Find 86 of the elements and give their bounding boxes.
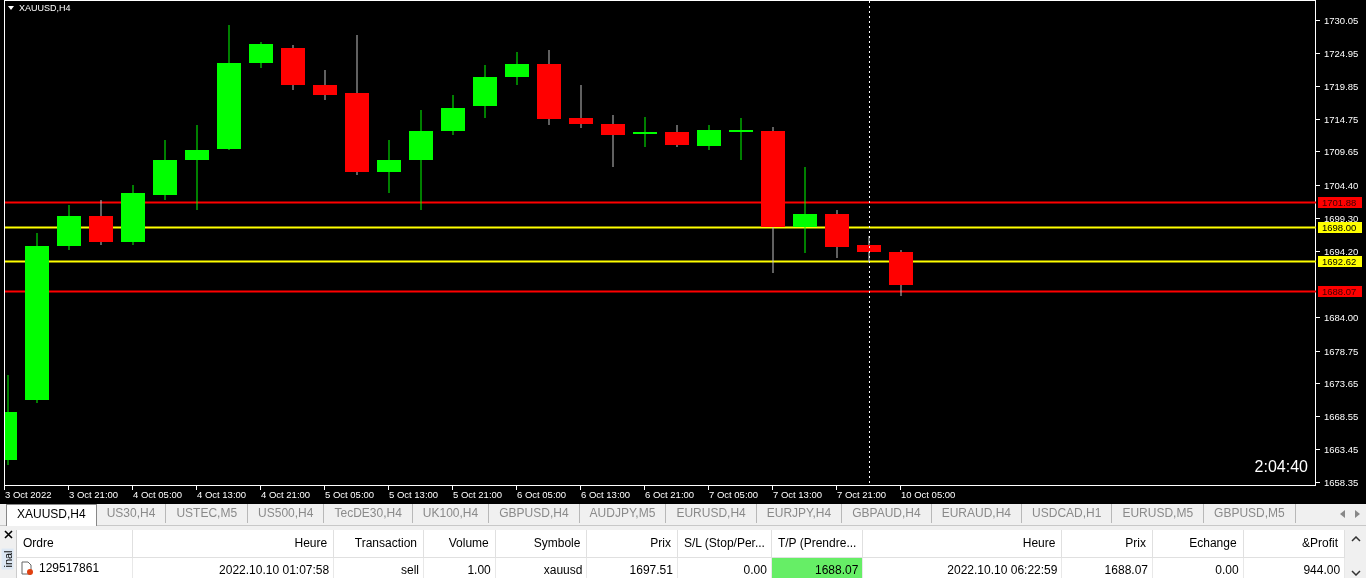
time-axis-label: 4 Oct 13:00 [197, 489, 247, 500]
scroll-right-icon[interactable] [1355, 510, 1360, 518]
column-header[interactable]: Symbole [495, 530, 587, 558]
table-cell: 1697.51 [586, 557, 678, 578]
column-header[interactable]: T/P (Prendre... [771, 530, 863, 558]
time-axis-label: 4 Oct 21:00 [261, 489, 311, 500]
time-axis-label: 5 Oct 05:00 [325, 489, 375, 500]
time-axis-label: 6 Oct 05:00 [517, 489, 567, 500]
time-axis-label: 7 Oct 05:00 [709, 489, 759, 500]
price-axis-label: 1678.75 [1324, 345, 1359, 357]
time-axis-label: 10 Oct 05:00 [901, 489, 956, 500]
scroll-down-icon[interactable] [1350, 570, 1361, 576]
price-axis-label: 1724.95 [1324, 47, 1359, 59]
candlestick [473, 64, 497, 119]
panel-label[interactable]: inal [2, 548, 14, 570]
time-axis-label: 7 Oct 13:00 [773, 489, 823, 500]
candlestick [89, 199, 113, 246]
table-cell: 0.00 [677, 557, 772, 578]
price-axis-label: 1704.40 [1324, 179, 1359, 191]
time-axis-label: 7 Oct 21:00 [837, 489, 887, 500]
price-axis-label: 1714.75 [1324, 113, 1359, 125]
candlestick [697, 124, 721, 151]
scroll-up-icon[interactable] [1350, 536, 1361, 542]
table-cell: 0.00 [1152, 557, 1244, 578]
candlestick [121, 184, 145, 246]
time-axis-label: 3 Oct 2022 [5, 489, 52, 500]
candlestick [825, 209, 849, 259]
price-axis-label: 1694.20 [1324, 245, 1359, 257]
column-header[interactable]: Prix [586, 530, 678, 558]
candlestick [601, 114, 625, 168]
column-header[interactable]: Transaction [333, 530, 424, 558]
price-axis-label: 1658.35 [1324, 476, 1359, 488]
column-header[interactable]: Ordre [17, 530, 133, 558]
table-cell: sell [333, 557, 424, 578]
price-axis-label: 1673.65 [1324, 377, 1359, 389]
close-icon[interactable] [3, 530, 13, 539]
time-axis-label: 6 Oct 21:00 [645, 489, 695, 500]
price-axis-label: 1730.05 [1324, 14, 1359, 26]
scroll-left-icon[interactable] [1340, 510, 1345, 518]
time-axis-label: 5 Oct 21:00 [453, 489, 503, 500]
candlestick [153, 139, 177, 201]
candlestick [857, 235, 881, 263]
price-axis-label: 1709.65 [1324, 145, 1359, 157]
column-header[interactable]: Volume [423, 530, 496, 558]
candlestick [729, 117, 753, 161]
price-axis-label: 1699.30 [1324, 212, 1359, 224]
candlestick [249, 41, 273, 69]
table-cell: 1688.07 [1061, 557, 1153, 578]
price-axis-label: 1684.00 [1324, 311, 1359, 323]
column-header[interactable]: Heure [862, 530, 1062, 558]
candlestick [569, 84, 593, 129]
table-cell: 129517861 [39, 561, 100, 576]
candlestick [57, 204, 81, 251]
column-header[interactable]: &Profit [1243, 530, 1345, 558]
table-cell: xauusd [495, 557, 587, 578]
candlestick [281, 44, 305, 91]
price-tag: 1701.88 [1318, 197, 1362, 208]
dropdown-icon[interactable] [8, 6, 14, 10]
time-axis-label: 4 Oct 05:00 [133, 489, 183, 500]
price-axis-label: 1668.55 [1324, 410, 1359, 422]
price-axis-label: 1663.45 [1324, 443, 1359, 455]
time-axis-label: 3 Oct 21:00 [69, 489, 119, 500]
candlestick [313, 69, 337, 101]
column-header[interactable]: Heure [132, 530, 334, 558]
column-header[interactable]: Echange [1152, 530, 1244, 558]
column-header[interactable]: S/L (Stop/Per... [677, 530, 772, 558]
countdown-timer: 2:04:40 [1254, 458, 1308, 475]
price-tag: 1688.07 [1318, 286, 1362, 297]
candlestick [889, 249, 913, 297]
chart-title: XAUUSD,H4 [19, 3, 71, 13]
time-axis-label: 6 Oct 13:00 [581, 489, 631, 500]
table-cell: 944.00 [1243, 557, 1345, 578]
table-cell: 2022.10.10 06:22:59 [862, 557, 1062, 578]
candlestick [377, 139, 401, 194]
price-tag: 1692.62 [1318, 256, 1362, 267]
chart-tab[interactable]: XAUUSD,H4 [6, 504, 97, 526]
column-header[interactable]: Prix [1061, 530, 1153, 558]
table-cell: 2022.10.10 01:07:58 [132, 557, 334, 578]
candlestick [665, 124, 689, 148]
candlestick [505, 51, 529, 86]
table-cell: 1.00 [423, 557, 496, 578]
candlestick [441, 94, 465, 136]
time-axis-label: 5 Oct 13:00 [389, 489, 439, 500]
price-tag: 1698.00 [1318, 222, 1362, 233]
candlestick [633, 116, 657, 148]
price-axis-label: 1719.85 [1324, 80, 1359, 92]
